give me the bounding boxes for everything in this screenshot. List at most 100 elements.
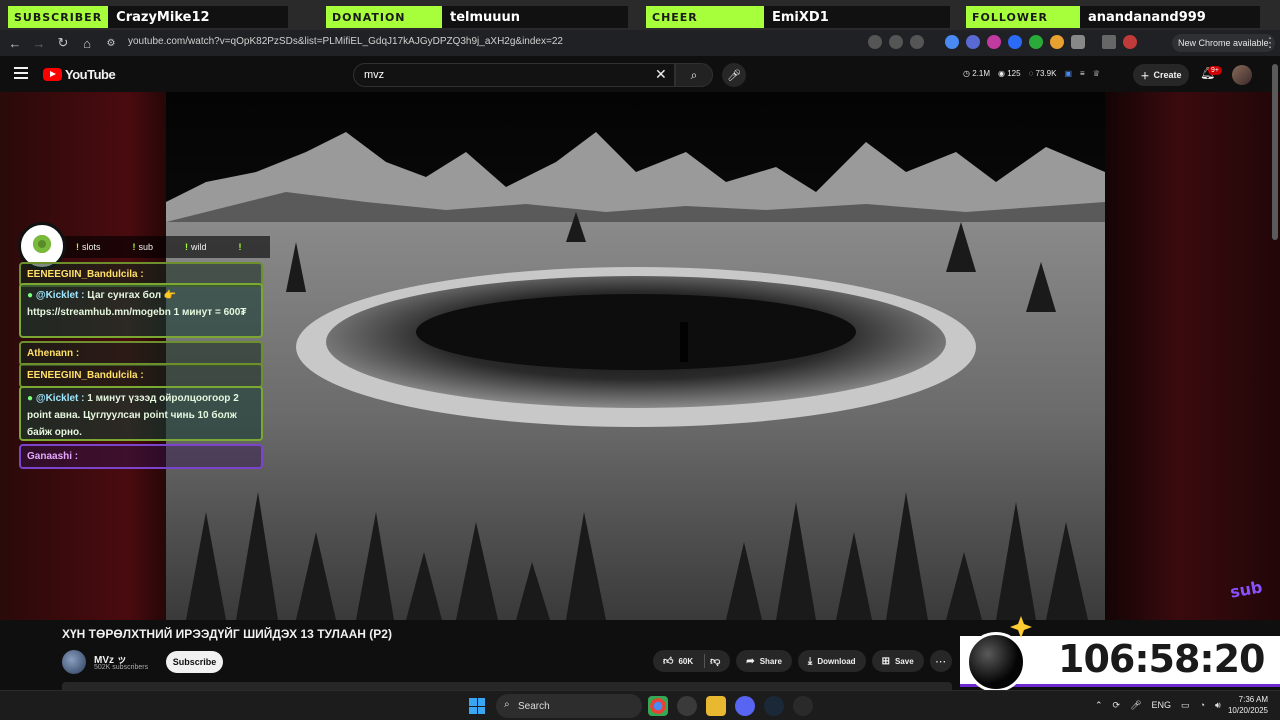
chat-commands-bar: ! slots ! sub ! wild ! xyxy=(62,236,270,258)
thumbs-down-icon[interactable]: 👎︎ xyxy=(710,655,720,667)
command-text: slots xyxy=(82,242,101,252)
menu-dots-icon[interactable]: ⋮ xyxy=(1258,31,1280,55)
page-scrollbar[interactable] xyxy=(1272,64,1278,240)
download-button[interactable]: ⤓ Download xyxy=(797,650,866,672)
video-frame xyxy=(166,92,1105,620)
site-info-icon[interactable]: ⚙ xyxy=(99,31,123,55)
thumbs-up-icon: 👍︎ xyxy=(663,656,674,667)
award-icon[interactable]: ♕ xyxy=(1093,69,1100,78)
plus-icon: ＋ xyxy=(1140,70,1150,81)
home-icon[interactable]: ⌂ xyxy=(75,31,99,55)
network-icon[interactable]: ◔ xyxy=(1200,700,1205,711)
chat-username: Ganaashi : xyxy=(27,451,79,462)
subscribe-button[interactable]: Subscribe xyxy=(166,651,223,673)
star-icon[interactable] xyxy=(910,35,924,49)
logo-text: YouTube xyxy=(65,67,116,82)
download-icon: ⤓ xyxy=(807,655,813,667)
chat-message: ● @Kicklet : Цаг сунгах бол 👉 https://st… xyxy=(19,283,263,338)
bomb-icon xyxy=(966,632,1026,692)
clear-search-icon[interactable]: ✕ xyxy=(655,66,667,83)
back-icon[interactable]: ← xyxy=(3,31,27,55)
chat-username: EENEEGIIN_Bandulcila : xyxy=(27,370,144,381)
alert-label: SUBSCRIBER xyxy=(8,6,109,28)
search-input[interactable]: mvz xyxy=(353,63,675,87)
sync-icon[interactable]: ⟳ xyxy=(1113,700,1121,711)
address-bar[interactable]: youtube.com/watch?v=qOpK82PzSDs&list=PLM… xyxy=(128,36,563,47)
extension-icon[interactable] xyxy=(966,35,980,49)
chevron-up-icon[interactable]: ⌃ xyxy=(1095,700,1103,711)
alert-value: EmiXD1 xyxy=(764,6,950,28)
notification-badge: 9+ xyxy=(1208,66,1222,75)
likes-value: 73.9K xyxy=(1035,69,1057,78)
channel-avatar[interactable] xyxy=(62,650,86,674)
video-player[interactable] xyxy=(166,92,1105,620)
clock-date: 10/20/2025 xyxy=(1227,706,1268,715)
more-options-icon[interactable]: ⋯ xyxy=(929,650,952,672)
save-button[interactable]: ⊞ Save xyxy=(871,650,924,672)
profile-icon[interactable] xyxy=(1123,35,1137,49)
create-button[interactable]: ＋ Create xyxy=(1133,64,1189,86)
search-icon: ⌕ xyxy=(690,67,698,82)
clock-time: 7:36 AM xyxy=(1238,695,1268,704)
extension-icon[interactable] xyxy=(1008,35,1022,49)
language-indicator[interactable]: ENG xyxy=(1152,700,1172,711)
chat-username: EENEEGIIN_Bandulcila : xyxy=(27,269,144,280)
extension-icon[interactable] xyxy=(987,35,1001,49)
list-icon[interactable]: ≡ xyxy=(1080,69,1085,78)
steam-icon[interactable] xyxy=(764,696,784,716)
like-count: 60K xyxy=(678,656,694,666)
mic-icon[interactable]: 🎤︎ xyxy=(1130,700,1141,711)
discord-icon[interactable] xyxy=(735,696,755,716)
volume-icon[interactable]: 🔊︎ xyxy=(1215,700,1221,711)
search-button[interactable]: ⌕ xyxy=(675,63,713,87)
chat-username: @Kicklet : xyxy=(35,393,85,404)
puzzle-icon[interactable] xyxy=(1071,35,1085,49)
command-more: ! xyxy=(239,242,245,252)
extension-icon[interactable] xyxy=(945,35,959,49)
check-icon: ● xyxy=(27,393,34,404)
share-icon: ➦ xyxy=(746,655,755,667)
start-icon[interactable] xyxy=(469,698,485,714)
youtube-logo[interactable]: YouTube xyxy=(43,67,116,82)
app-icon[interactable] xyxy=(793,696,813,716)
viewers-stat: ◉ 125 xyxy=(998,69,1021,78)
stream-alert-bar: SUBSCRIBER CrazyMike12 DONATION telmuuun… xyxy=(0,0,1280,30)
extensions xyxy=(868,35,1137,49)
like-button[interactable]: 👍︎ 60K 👎︎ xyxy=(653,650,731,672)
user-avatar[interactable] xyxy=(1232,65,1252,85)
command-slots: ! slots xyxy=(76,242,101,252)
cast-icon[interactable] xyxy=(868,35,882,49)
zoom-icon[interactable] xyxy=(889,35,903,49)
system-tray: ⌃ ⟳ 🎤︎ ENG ▭ ◔ 🔊︎ xyxy=(1095,700,1221,711)
display-icon[interactable]: ▭ xyxy=(1181,700,1190,711)
extension-icon[interactable] xyxy=(1050,35,1064,49)
search-label: Search xyxy=(518,700,550,712)
tab-search-icon[interactable] xyxy=(1102,35,1116,49)
screen: SUBSCRIBER CrazyMike12 DONATION telmuuun… xyxy=(0,0,1280,720)
command-text: ! xyxy=(238,242,242,252)
hamburger-menu-icon[interactable] xyxy=(14,67,28,79)
forward-icon[interactable]: → xyxy=(27,31,51,55)
chrome-icon[interactable] xyxy=(648,696,668,716)
video-actions: 👍︎ 60K 👎︎ ➦ Share ⤓ Download ⊞ Save ⋯ xyxy=(653,650,952,672)
create-label: Create xyxy=(1153,70,1182,80)
share-button[interactable]: ➦ Share xyxy=(736,650,792,672)
description-box[interactable] xyxy=(62,682,952,690)
divider xyxy=(704,654,706,668)
chat-message: EENEEGIIN_Bandulcila : xyxy=(19,363,263,388)
check-icon: ● xyxy=(27,290,34,301)
extension-icon[interactable] xyxy=(1029,35,1043,49)
mic-icon: 🎤︎ xyxy=(727,69,741,82)
voice-search-button[interactable]: 🎤︎ xyxy=(722,63,746,87)
obs-icon[interactable] xyxy=(677,696,697,716)
folder-icon[interactable] xyxy=(706,696,726,716)
alert-value: CrazyMike12 xyxy=(108,6,289,28)
alert-donation: DONATION telmuuun xyxy=(326,6,628,28)
taskbar-clock[interactable]: 7:36 AM 10/20/2025 xyxy=(1222,694,1268,716)
subathon-timer: 106:58:20 xyxy=(1058,637,1265,681)
extension-icon[interactable]: ▣ xyxy=(1064,69,1072,78)
video-title: ХҮН ТӨРӨЛХТНИЙ ИРЭЭДҮЙГ ШИЙДЭХ 13 ТУЛААН… xyxy=(62,627,392,641)
reload-icon[interactable]: ↻ xyxy=(51,31,75,55)
browser-toolbar: ← → ↻ ⌂ ⚙ youtube.com/watch?v=qOpK82PzSD… xyxy=(0,30,1280,56)
taskbar-search[interactable]: ⌕ Search xyxy=(496,694,642,718)
